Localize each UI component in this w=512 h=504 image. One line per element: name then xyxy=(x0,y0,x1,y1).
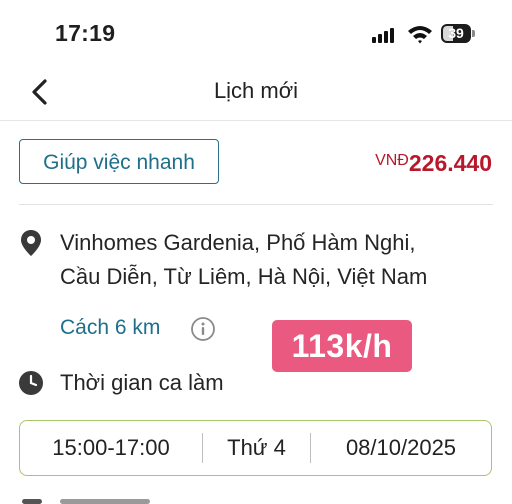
shift-time-label: Thời gian ca làm xyxy=(60,370,224,395)
shift-schedule[interactable]: 15:00-17:00 Thứ 4 08/10/2025 xyxy=(19,420,492,476)
status-bar: 17:19 39 xyxy=(0,0,512,66)
address: Vinhomes Gardenia, Phố Hàm Nghi, Cầu Diễ… xyxy=(60,226,500,294)
wifi-icon xyxy=(408,26,432,44)
distance-label: Cách 6 km xyxy=(60,316,161,339)
map-pin-icon xyxy=(21,230,41,256)
service-type-chip[interactable]: Giúp việc nhanh xyxy=(19,139,219,184)
price-amount: 226.440 xyxy=(408,150,492,176)
nav-header: Lịch mới xyxy=(0,66,512,121)
status-time: 17:19 xyxy=(55,20,116,46)
next-section-peek xyxy=(0,496,512,504)
clock-icon xyxy=(19,371,43,395)
speed-overlay-badge: 113k/h xyxy=(272,320,412,372)
battery-body: 39 xyxy=(441,24,471,43)
price-currency: VNĐ xyxy=(375,152,409,169)
address-line-2: Cầu Diễn, Từ Liêm, Hà Nội, Việt Nam xyxy=(60,264,428,289)
battery-percentage: 39 xyxy=(448,25,464,41)
shift-date: 08/10/2025 xyxy=(345,435,457,460)
page-title: Lịch mới xyxy=(213,78,299,103)
screen: 17:19 39 Lịch mới Giúp việc nhanh VNĐ226… xyxy=(0,0,512,504)
price: VNĐ226.440 xyxy=(375,150,492,177)
info-icon[interactable] xyxy=(190,316,216,342)
divider xyxy=(19,204,493,205)
battery-icon: 39 xyxy=(441,24,477,43)
shift-time-range: 15:00-17:00 xyxy=(52,435,170,460)
battery-cap xyxy=(472,30,475,37)
address-line-1: Vinhomes Gardenia, Phố Hàm Nghi, xyxy=(60,230,416,255)
signal-icon xyxy=(372,27,396,43)
shift-weekday: Thứ 4 xyxy=(227,435,286,460)
